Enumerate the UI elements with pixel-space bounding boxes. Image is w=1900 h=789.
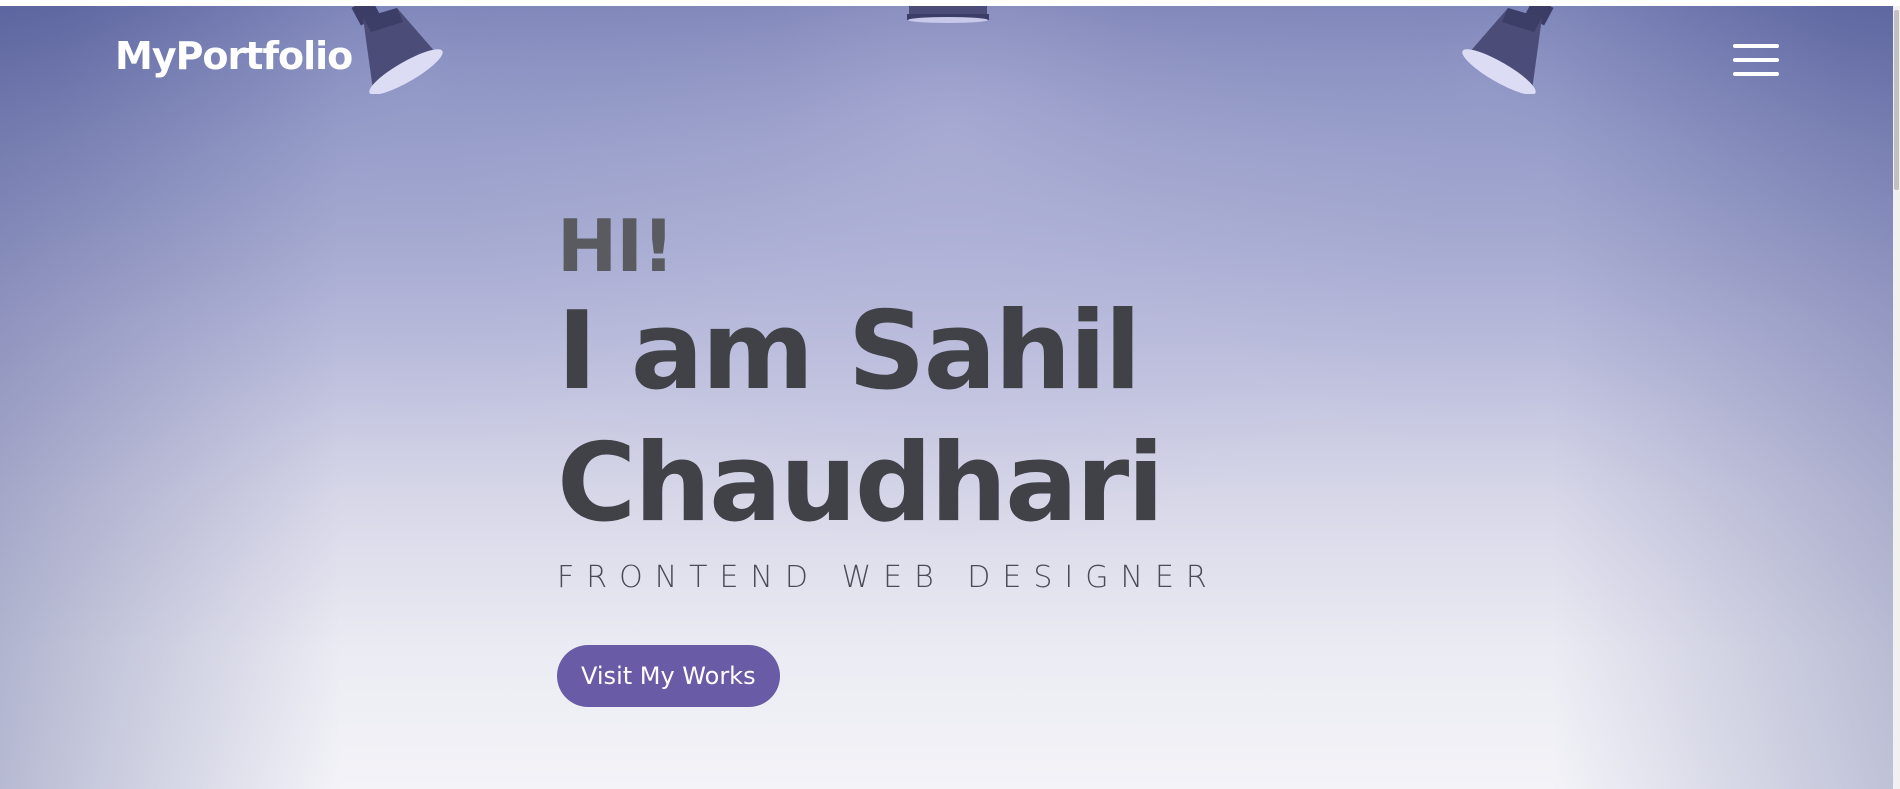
menu-bar-middle — [1733, 58, 1779, 62]
visit-my-works-button[interactable]: Visit My Works — [557, 645, 780, 707]
hero-name-line-2: Chaudhari — [557, 421, 1164, 546]
menu-bar-top — [1733, 44, 1779, 48]
hero-name-line-1: I am Sahil — [557, 289, 1141, 414]
menu-bar-bottom — [1733, 72, 1779, 76]
spotlight-left-icon — [351, 6, 443, 94]
spotlight-right-icon — [1462, 6, 1554, 94]
hamburger-menu-icon[interactable] — [1733, 42, 1779, 78]
hero-greeting: HI! — [557, 204, 675, 288]
hero-role-subtitle: FRONTEND WEB DESIGNER — [557, 560, 1219, 595]
page-scrollbar[interactable] — [1893, 6, 1900, 789]
site-logo[interactable]: MyPortfolio — [115, 34, 353, 78]
scrollbar-thumb[interactable] — [1894, 10, 1899, 190]
hero-content: HI! I am Sahil Chaudhari FRONTEND WEB DE… — [557, 206, 1219, 707]
spotlight-center-icon — [907, 6, 989, 23]
hero-section: MyPortfolio HI! I am Sahil Chaudhari FRO… — [0, 6, 1893, 789]
page: MyPortfolio HI! I am Sahil Chaudhari FRO… — [0, 0, 1900, 789]
